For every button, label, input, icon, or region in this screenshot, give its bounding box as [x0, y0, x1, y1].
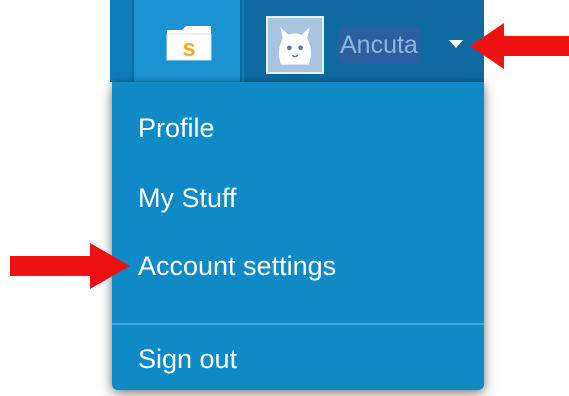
red-arrow-icon [470, 23, 569, 69]
user-name: Ancuta [338, 27, 420, 63]
menu-item-account-settings[interactable]: Account settings [138, 250, 336, 282]
user-dropdown-menu: Profile My Stuff Account settings Sign o… [112, 82, 484, 390]
menu-divider [112, 323, 484, 325]
cat-avatar-icon [266, 16, 324, 74]
folder-icon: s [164, 22, 214, 62]
menu-item-profile[interactable]: Profile [138, 112, 215, 144]
top-navbar: s Ancuta [110, 0, 484, 82]
menu-item-sign-out[interactable]: Sign out [138, 343, 237, 375]
my-stuff-button[interactable]: s [132, 0, 242, 82]
red-arrow-icon [10, 243, 130, 289]
user-menu-toggle[interactable]: Ancuta [244, 0, 484, 82]
caret-down-icon[interactable] [449, 40, 463, 48]
menu-item-my-stuff[interactable]: My Stuff [138, 182, 237, 214]
svg-text:s: s [182, 35, 195, 62]
